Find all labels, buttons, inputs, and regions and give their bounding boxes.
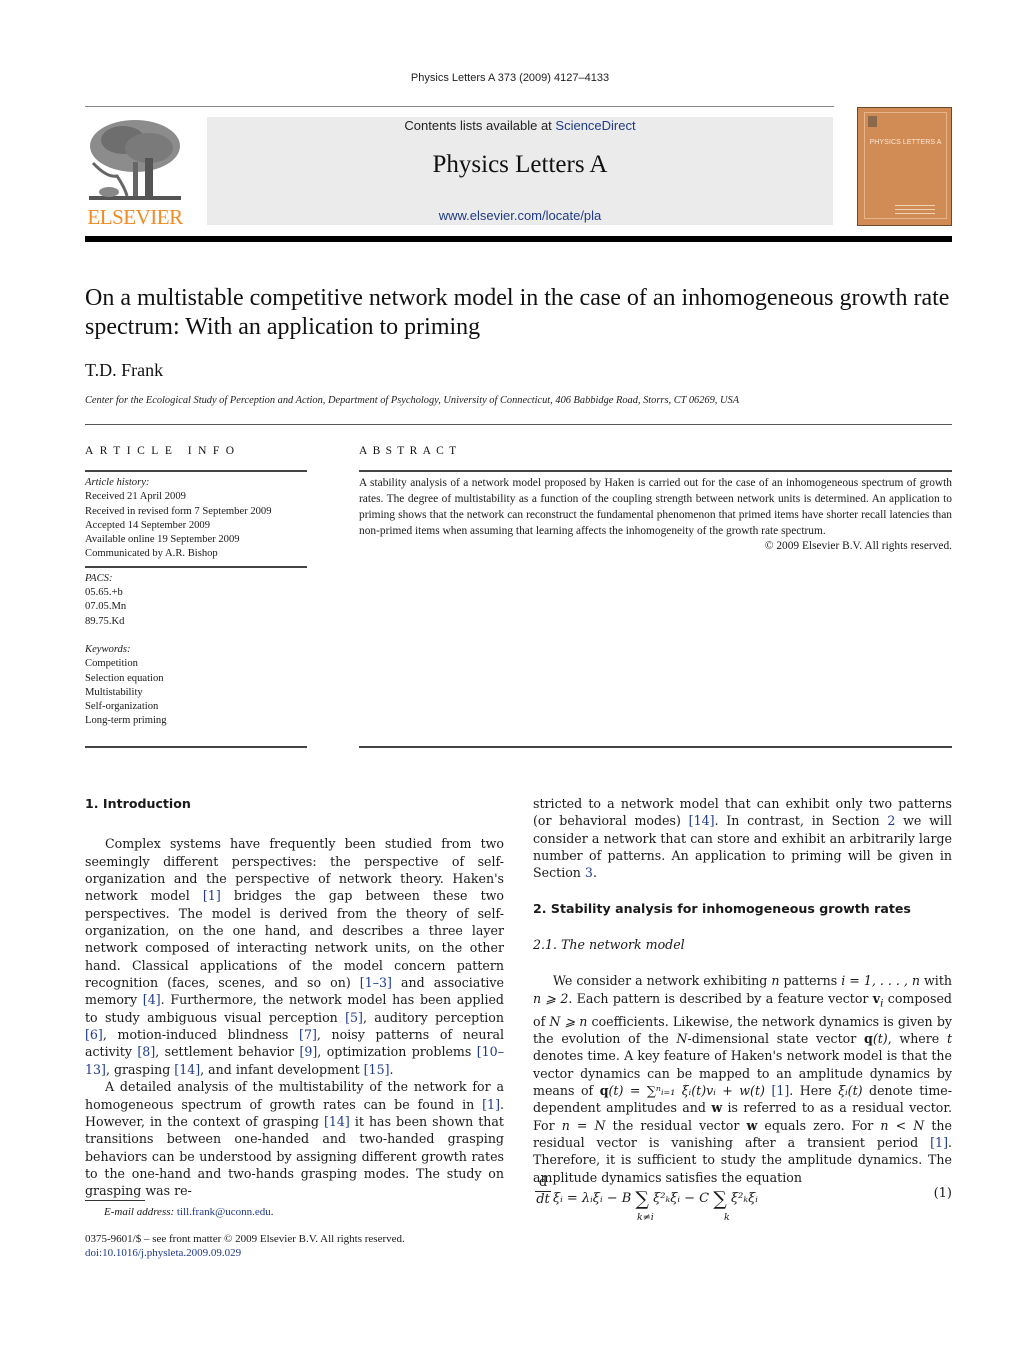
summation-symbol: ∑	[635, 1188, 649, 1210]
elsevier-wordmark: ELSEVIER	[87, 205, 183, 229]
tree-logo-icon	[89, 120, 181, 200]
history-item: Available online 19 September 2009	[85, 534, 240, 546]
journal-url-link[interactable]: www.elsevier.com/locate/pla	[439, 208, 602, 223]
paragraph-intro-1: Complex systems have frequently been stu…	[85, 836, 505, 1077]
cover-decoration	[895, 205, 935, 217]
citation-link[interactable]: [1]	[930, 1135, 948, 1150]
cover-emblem-icon	[868, 116, 877, 127]
article-info-heading: ARTICLE INFO	[85, 445, 241, 457]
section-heading-introduction: 1. Introduction	[85, 796, 191, 811]
equation-body: ξᵢ = λᵢξᵢ − B ∑ ξ²ₖξᵢ − C ∑ ξ²ₖξᵢ	[553, 1188, 758, 1210]
derivative-operator: d dt	[535, 1175, 551, 1207]
author-affiliation: Center for the Ecological Study of Perce…	[85, 395, 740, 406]
running-head: Physics Letters A 373 (2009) 4127–4133	[410, 72, 610, 84]
article-title: On a multistable competitive network mod…	[85, 285, 950, 340]
abstract-heading: ABSTRACT	[359, 445, 462, 457]
citation-link[interactable]: [1]	[771, 1083, 789, 1098]
sum-index: k	[724, 1212, 730, 1223]
abstract-copyright: © 2009 Elsevier B.V. All rights reserved…	[764, 539, 952, 552]
keyword-item: Competition	[85, 658, 138, 670]
journal-name: Physics Letters A	[432, 151, 608, 178]
divider	[359, 746, 952, 748]
body-column-left: 1. Introduction Complex systems have fre…	[85, 795, 504, 1200]
title-rule	[85, 424, 952, 425]
citation-link[interactable]: [1]	[203, 888, 221, 903]
elsevier-logo[interactable]: ELSEVIER	[85, 116, 185, 229]
divider	[85, 746, 307, 748]
doi-link[interactable]: doi:10.1016/j.physleta.2009.09.029	[85, 1247, 241, 1259]
pacs-item: 05.65.+b	[85, 587, 123, 599]
abstract: A stability analysis of a network model …	[359, 470, 952, 552]
article-history: Article history: Received 21 April 2009 …	[85, 472, 307, 566]
pacs-codes: PACS: 05.65.+b 07.05.Mn 89.75.Kd Keyword…	[85, 568, 307, 733]
citation-link[interactable]: [14]	[174, 1062, 200, 1077]
section-link[interactable]: 3	[585, 865, 593, 880]
history-item: Received 21 April 2009	[85, 491, 186, 503]
footnote-rule	[85, 1200, 145, 1201]
body-column-right: stricted to a network model that can exh…	[533, 795, 952, 1186]
summation-symbol: ∑	[713, 1188, 727, 1210]
equation-1: d dt ξᵢ = λᵢξᵢ − B ∑ ξ²ₖξᵢ − C ∑ ξ²ₖξᵢ k…	[533, 1176, 952, 1226]
cover-title: PHYSICS LETTERS A	[869, 139, 942, 146]
contents-prefix: Contents lists available at	[404, 118, 556, 133]
history-item: Communicated by A.R. Bishop	[85, 548, 218, 560]
journal-masthead: Contents lists available at ScienceDirec…	[207, 117, 833, 225]
keyword-item: Long-term priming	[85, 715, 167, 727]
keywords-label: Keywords:	[85, 643, 131, 655]
paragraph-intro-2: A detailed analysis of the multistabilit…	[85, 1079, 504, 1199]
front-matter-note: 0375-9601/$ – see front matter © 2009 El…	[85, 1233, 405, 1245]
pacs-item: 89.75.Kd	[85, 615, 125, 627]
pacs-label: PACS:	[85, 572, 113, 584]
subsection-heading-network-model: 2.1. The network model	[533, 937, 685, 953]
masthead-rule	[85, 236, 952, 242]
citation-link[interactable]: [7]	[299, 1027, 317, 1042]
sciencedirect-link[interactable]: ScienceDirect	[555, 118, 635, 133]
article-info: Article history: Received 21 April 2009 …	[85, 470, 307, 733]
author-name[interactable]: T.D. Frank	[85, 360, 163, 381]
citation-link[interactable]: [14]	[689, 813, 715, 828]
history-item: Accepted 14 September 2009	[85, 519, 211, 531]
equation-number: (1)	[933, 1186, 952, 1201]
citation-link[interactable]: [15]	[364, 1062, 390, 1077]
email-link[interactable]: till.frank@uconn.edu	[177, 1206, 271, 1218]
history-label: Article history:	[85, 477, 150, 488]
citation-link[interactable]: [4]	[143, 992, 161, 1007]
section-heading-stability: 2. Stability analysis for inhomogeneous …	[533, 900, 911, 916]
pacs-item: 07.05.Mn	[85, 601, 127, 613]
citation-link[interactable]: [6]	[85, 1027, 103, 1042]
contents-line: Contents lists available at ScienceDirec…	[207, 118, 833, 133]
citation-link[interactable]: [8]	[137, 1044, 155, 1059]
paragraph-intro-2-continued: stricted to a network model that can exh…	[533, 796, 953, 881]
keyword-item: Selection equation	[85, 672, 164, 684]
abstract-text: A stability analysis of a network model …	[359, 477, 952, 537]
keyword-item: Self-organization	[85, 701, 159, 713]
citation-link[interactable]: [1–3]	[360, 975, 392, 990]
history-item: Received in revised form 7 September 200…	[85, 505, 272, 517]
citation-link[interactable]: [14]	[324, 1114, 350, 1129]
top-rule	[85, 106, 834, 107]
footnote-email: E-mail address: till.frank@uconn.edu.	[104, 1206, 274, 1218]
keyword-item: Multistability	[85, 686, 143, 698]
paragraph-network-model: We consider a network exhibiting n patte…	[533, 973, 953, 1185]
citation-link[interactable]: [1]	[482, 1097, 500, 1112]
citation-link[interactable]: [9]	[299, 1044, 317, 1059]
citation-link[interactable]: [5]	[345, 1010, 363, 1025]
journal-cover-thumbnail[interactable]: PHYSICS LETTERS A	[857, 107, 952, 226]
sum-index: k≠i	[637, 1212, 654, 1223]
